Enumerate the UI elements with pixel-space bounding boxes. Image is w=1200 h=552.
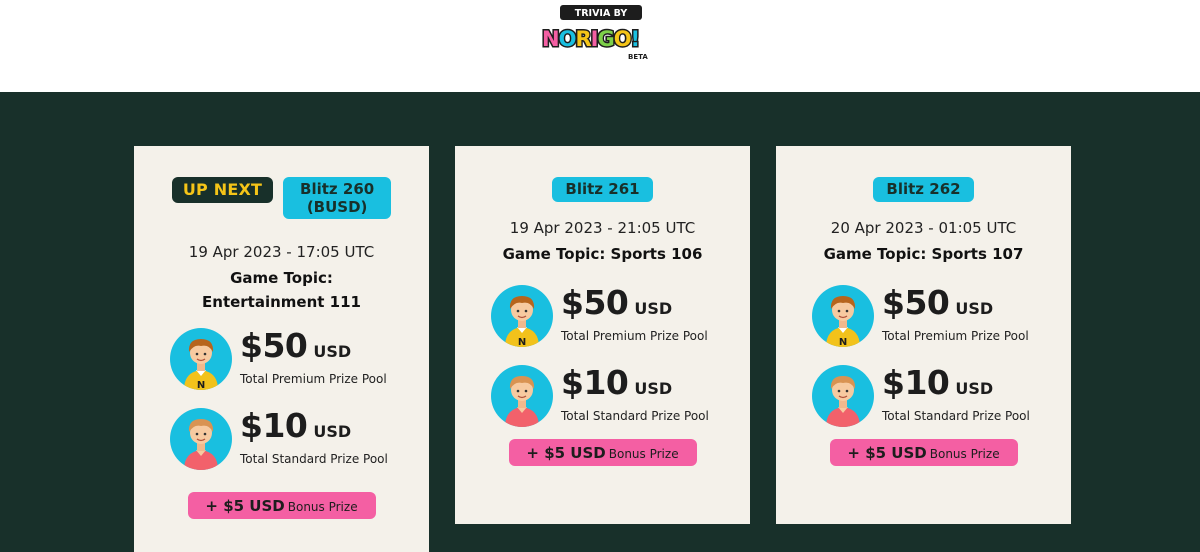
game-topic: Game Topic: Sports 107 bbox=[823, 245, 1024, 263]
premium-player-avatar-icon bbox=[812, 285, 874, 347]
standard-prize-pool: $10 USD Total Standard Prize Pool bbox=[170, 406, 429, 474]
standard-prize-pool: $10 USD Total Standard Prize Pool bbox=[812, 363, 1071, 431]
bonus-prize-badge: + $5 USD Bonus Prize bbox=[187, 492, 376, 519]
game-card-blitz-261[interactable]: Blitz 261 19 Apr 2023 - 21:05 UTC Game T… bbox=[455, 146, 750, 524]
bonus-prize-label: Bonus Prize bbox=[608, 447, 679, 461]
game-card-blitz-262[interactable]: Blitz 262 20 Apr 2023 - 01:05 UTC Game T… bbox=[776, 146, 1071, 524]
premium-prize-currency: USD bbox=[634, 299, 673, 318]
premium-prize-label: Total Premium Prize Pool bbox=[561, 329, 708, 343]
standard-player-avatar-icon bbox=[812, 365, 874, 427]
card-tags: UP NEXT Blitz 260 (BUSD) bbox=[134, 177, 429, 219]
standard-prize-pool: $10 USD Total Standard Prize Pool bbox=[491, 363, 750, 431]
standard-player-avatar-icon bbox=[170, 408, 232, 470]
standard-prize-currency: USD bbox=[634, 379, 673, 398]
premium-prize-amount: $50 bbox=[561, 283, 629, 322]
premium-prize-pool: $50 USD Total Premium Prize Pool bbox=[491, 283, 750, 351]
premium-prize-currency: USD bbox=[313, 342, 352, 361]
premium-prize-pool: $50 USD Total Premium Prize Pool bbox=[812, 283, 1071, 351]
premium-prize-currency: USD bbox=[955, 299, 994, 318]
logo-top-text: TRIVIA BY bbox=[575, 8, 628, 19]
premium-prize-label: Total Premium Prize Pool bbox=[882, 329, 1029, 343]
premium-prize-amount: $50 bbox=[882, 283, 950, 322]
bonus-prize-amount: + $5 USD bbox=[205, 497, 285, 515]
standard-prize-currency: USD bbox=[955, 379, 994, 398]
premium-player-avatar-icon bbox=[491, 285, 553, 347]
standard-prize-label: Total Standard Prize Pool bbox=[240, 452, 388, 466]
premium-player-avatar-icon bbox=[170, 328, 232, 390]
standard-player-avatar-icon bbox=[491, 365, 553, 427]
game-topic: Game Topic: Entertainment 111 bbox=[202, 269, 361, 311]
game-card-blitz-260[interactable]: UP NEXT Blitz 260 (BUSD) 19 Apr 2023 - 1… bbox=[134, 146, 429, 552]
standard-prize-amount: $10 bbox=[240, 406, 308, 445]
game-date: 20 Apr 2023 - 01:05 UTC bbox=[830, 219, 1017, 237]
standard-prize-amount: $10 bbox=[882, 363, 950, 402]
card-tags: Blitz 261 bbox=[455, 177, 750, 202]
game-date: 19 Apr 2023 - 21:05 UTC bbox=[509, 219, 696, 237]
trivia-by-norigo-logo[interactable]: TRIVIA BY NORIGO! NORIGO! BETA bbox=[538, 4, 664, 64]
bonus-prize-badge: + $5 USD Bonus Prize bbox=[829, 439, 1018, 466]
premium-prize-amount: $50 bbox=[240, 326, 308, 365]
bonus-prize-label: Bonus Prize bbox=[929, 447, 1000, 461]
premium-prize-pool: $50 USD Total Premium Prize Pool bbox=[170, 326, 429, 394]
bonus-prize-badge: + $5 USD Bonus Prize bbox=[508, 439, 697, 466]
up-next-badge: UP NEXT bbox=[171, 177, 274, 203]
game-date: 19 Apr 2023 - 17:05 UTC bbox=[188, 243, 375, 261]
bonus-prize-amount: + $5 USD bbox=[847, 444, 927, 462]
blitz-badge: Blitz 261 bbox=[552, 177, 653, 202]
card-tags: Blitz 262 bbox=[776, 177, 1071, 202]
standard-prize-currency: USD bbox=[313, 422, 352, 441]
svg-text:NORIGO!: NORIGO! bbox=[542, 27, 639, 51]
game-schedule-section: UP NEXT Blitz 260 (BUSD) 19 Apr 2023 - 1… bbox=[0, 92, 1200, 552]
premium-prize-label: Total Premium Prize Pool bbox=[240, 372, 387, 386]
standard-prize-label: Total Standard Prize Pool bbox=[882, 409, 1030, 423]
game-topic: Game Topic: Sports 106 bbox=[502, 245, 703, 263]
bonus-prize-amount: + $5 USD bbox=[526, 444, 606, 462]
standard-prize-label: Total Standard Prize Pool bbox=[561, 409, 709, 423]
standard-prize-amount: $10 bbox=[561, 363, 629, 402]
blitz-badge: Blitz 262 bbox=[873, 177, 974, 202]
bonus-prize-label: Bonus Prize bbox=[287, 500, 358, 514]
site-header: TRIVIA BY NORIGO! NORIGO! BETA bbox=[0, 0, 1200, 92]
logo-beta-badge: BETA bbox=[628, 53, 648, 61]
blitz-badge: Blitz 260 (BUSD) bbox=[283, 177, 392, 219]
